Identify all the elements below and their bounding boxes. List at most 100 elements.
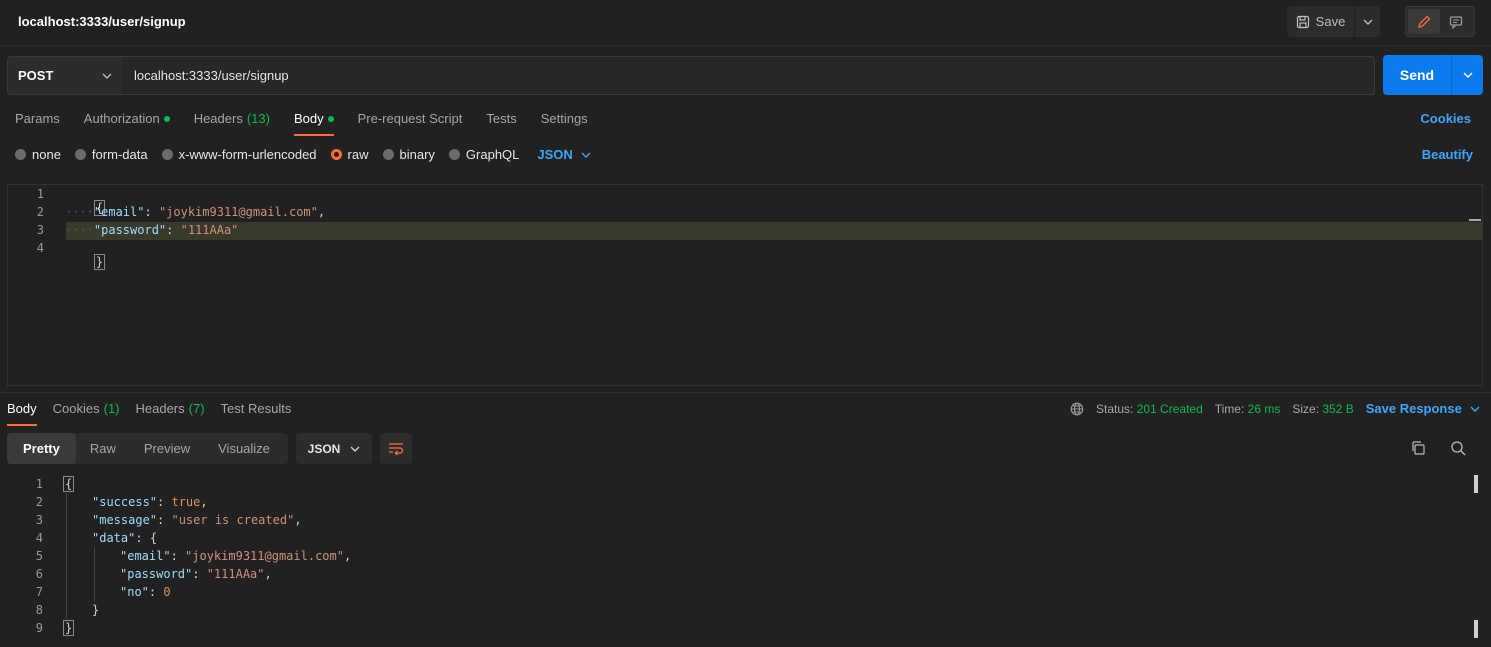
code-line: ····"password": "111AAa"	[65, 223, 238, 237]
tab-params[interactable]: Params	[15, 111, 60, 135]
chevron-down-icon	[350, 446, 360, 452]
send-button[interactable]: Send	[1383, 55, 1451, 95]
editor-scrollbar[interactable]	[1469, 219, 1481, 221]
response-tab-test-results[interactable]: Test Results	[221, 401, 292, 425]
response-tab-cookies[interactable]: Cookies (1)	[53, 401, 120, 425]
request-title[interactable]: localhost:3333/user/signup	[18, 14, 186, 29]
cookies-link[interactable]: Cookies	[1420, 111, 1471, 126]
response-body-viewer[interactable]: 1 2 3 4 5 6 7 8 9 { "success": true, "me…	[0, 475, 1491, 647]
body-type-form-data[interactable]: form-data	[74, 147, 148, 162]
view-tab-preview[interactable]: Preview	[130, 433, 204, 464]
send-button-group: Send	[1383, 55, 1483, 95]
radio-button-selected[interactable]	[330, 149, 342, 160]
modified-dot	[327, 116, 334, 122]
tab-label: Headers	[135, 401, 185, 416]
indent-guide: ····	[65, 223, 94, 237]
code-line: "no": 0	[120, 585, 171, 599]
status-label: Status:	[1096, 401, 1134, 416]
status-info[interactable]: Status: 201 Created	[1096, 402, 1203, 416]
chevron-down-icon	[102, 73, 112, 79]
scrollbar-thumb[interactable]	[1474, 475, 1478, 493]
line-number: 2	[36, 205, 44, 219]
tab-settings[interactable]: Settings	[541, 111, 588, 135]
response-tab-body[interactable]: Body	[7, 401, 37, 426]
beautify-link[interactable]: Beautify	[1422, 147, 1473, 162]
size-info[interactable]: Size: 352 B	[1292, 402, 1353, 416]
json-comma: ,	[343, 549, 352, 563]
json-string: "joykim9311@gmail.com"	[185, 549, 344, 563]
request-body-editor[interactable]: 1 2 3 4 { ····"email": "joykim9311@gmail…	[7, 184, 1483, 386]
response-format-label: JSON	[307, 441, 341, 456]
json-number: 0	[163, 585, 171, 599]
save-label: Save	[1315, 14, 1346, 29]
json-key: "password"	[93, 223, 167, 237]
raw-format-select[interactable]: JSON	[537, 147, 591, 162]
radio-button[interactable]	[15, 149, 26, 160]
modified-dot	[163, 116, 170, 122]
open-brace: {	[63, 476, 75, 492]
tab-label: Body	[7, 401, 37, 416]
radio-button[interactable]	[382, 149, 394, 160]
response-tab-headers[interactable]: Headers (7)	[136, 401, 205, 425]
code-line: }	[92, 603, 99, 617]
view-tab-visualize[interactable]: Visualize	[204, 433, 284, 464]
line-number: 5	[35, 549, 43, 563]
line-number: 2	[35, 495, 43, 509]
time-info[interactable]: Time: 26 ms	[1215, 402, 1281, 416]
response-format-select[interactable]: JSON	[296, 433, 372, 464]
line-number: 3	[35, 513, 43, 527]
radio-label: GraphQL	[465, 147, 520, 162]
send-options-button[interactable]	[1451, 55, 1483, 95]
tab-tests[interactable]: Tests	[486, 111, 516, 135]
tab-count: (13)	[246, 111, 270, 126]
chevron-down-icon	[1470, 406, 1480, 412]
radio-button[interactable]	[161, 149, 173, 160]
globe-icon[interactable]	[1070, 402, 1084, 416]
tab-headers[interactable]: Headers (13)	[194, 111, 270, 135]
panel-divider[interactable]	[0, 392, 1491, 393]
wrap-lines-button[interactable]	[380, 433, 412, 464]
body-type-graphql[interactable]: GraphQL	[448, 147, 520, 162]
json-colon: :	[170, 549, 186, 563]
scrollbar-thumb[interactable]	[1474, 620, 1478, 638]
line-number: 1	[36, 187, 44, 201]
body-type-urlencoded[interactable]: x-www-form-urlencoded	[161, 147, 317, 162]
edit-mode-button[interactable]	[1408, 9, 1440, 34]
tab-body[interactable]: Body	[293, 111, 334, 136]
response-meta: Status: 201 Created Time: 26 ms Size: 35…	[1070, 401, 1480, 416]
comments-mode-button[interactable]	[1440, 9, 1472, 34]
tab-label: Cookies	[52, 401, 100, 416]
search-icon[interactable]	[1450, 440, 1466, 456]
close-brace: }	[92, 603, 100, 617]
tab-label: Body	[293, 111, 324, 126]
save-options-button[interactable]	[1354, 6, 1380, 37]
json-string: "111AAa"	[180, 223, 239, 237]
request-header-bar	[0, 0, 1491, 46]
open-brace: {	[149, 531, 158, 545]
chevron-down-icon	[1363, 19, 1373, 25]
radio-button[interactable]	[448, 149, 460, 160]
http-method-select[interactable]: POST	[7, 56, 123, 95]
body-type-binary[interactable]: binary	[382, 147, 435, 162]
tab-authorization[interactable]: Authorization	[84, 111, 170, 135]
body-type-none[interactable]: none	[15, 147, 61, 162]
body-type-raw[interactable]: raw	[330, 147, 369, 162]
url-input[interactable]: localhost:3333/user/signup	[122, 56, 1375, 95]
view-tab-raw[interactable]: Raw	[76, 433, 130, 464]
radio-label: x-www-form-urlencoded	[178, 147, 317, 162]
tab-pre-request-script[interactable]: Pre-request Script	[358, 111, 463, 135]
active-line-highlight	[66, 222, 1482, 240]
code-line: {	[63, 476, 75, 492]
tab-label: Headers	[193, 111, 243, 126]
view-tab-pretty[interactable]: Pretty	[7, 433, 76, 464]
line-number: 3	[36, 223, 44, 237]
radio-button[interactable]	[74, 149, 86, 160]
wrap-lines-icon	[388, 442, 404, 456]
save-response-button[interactable]: Save Response	[1366, 401, 1480, 416]
copy-icon[interactable]	[1410, 440, 1426, 456]
save-icon	[1296, 15, 1310, 29]
chevron-down-icon	[1463, 72, 1473, 78]
tab-count: (7)	[188, 401, 205, 416]
save-button[interactable]: Save	[1287, 6, 1354, 37]
code-line: }	[65, 241, 106, 283]
